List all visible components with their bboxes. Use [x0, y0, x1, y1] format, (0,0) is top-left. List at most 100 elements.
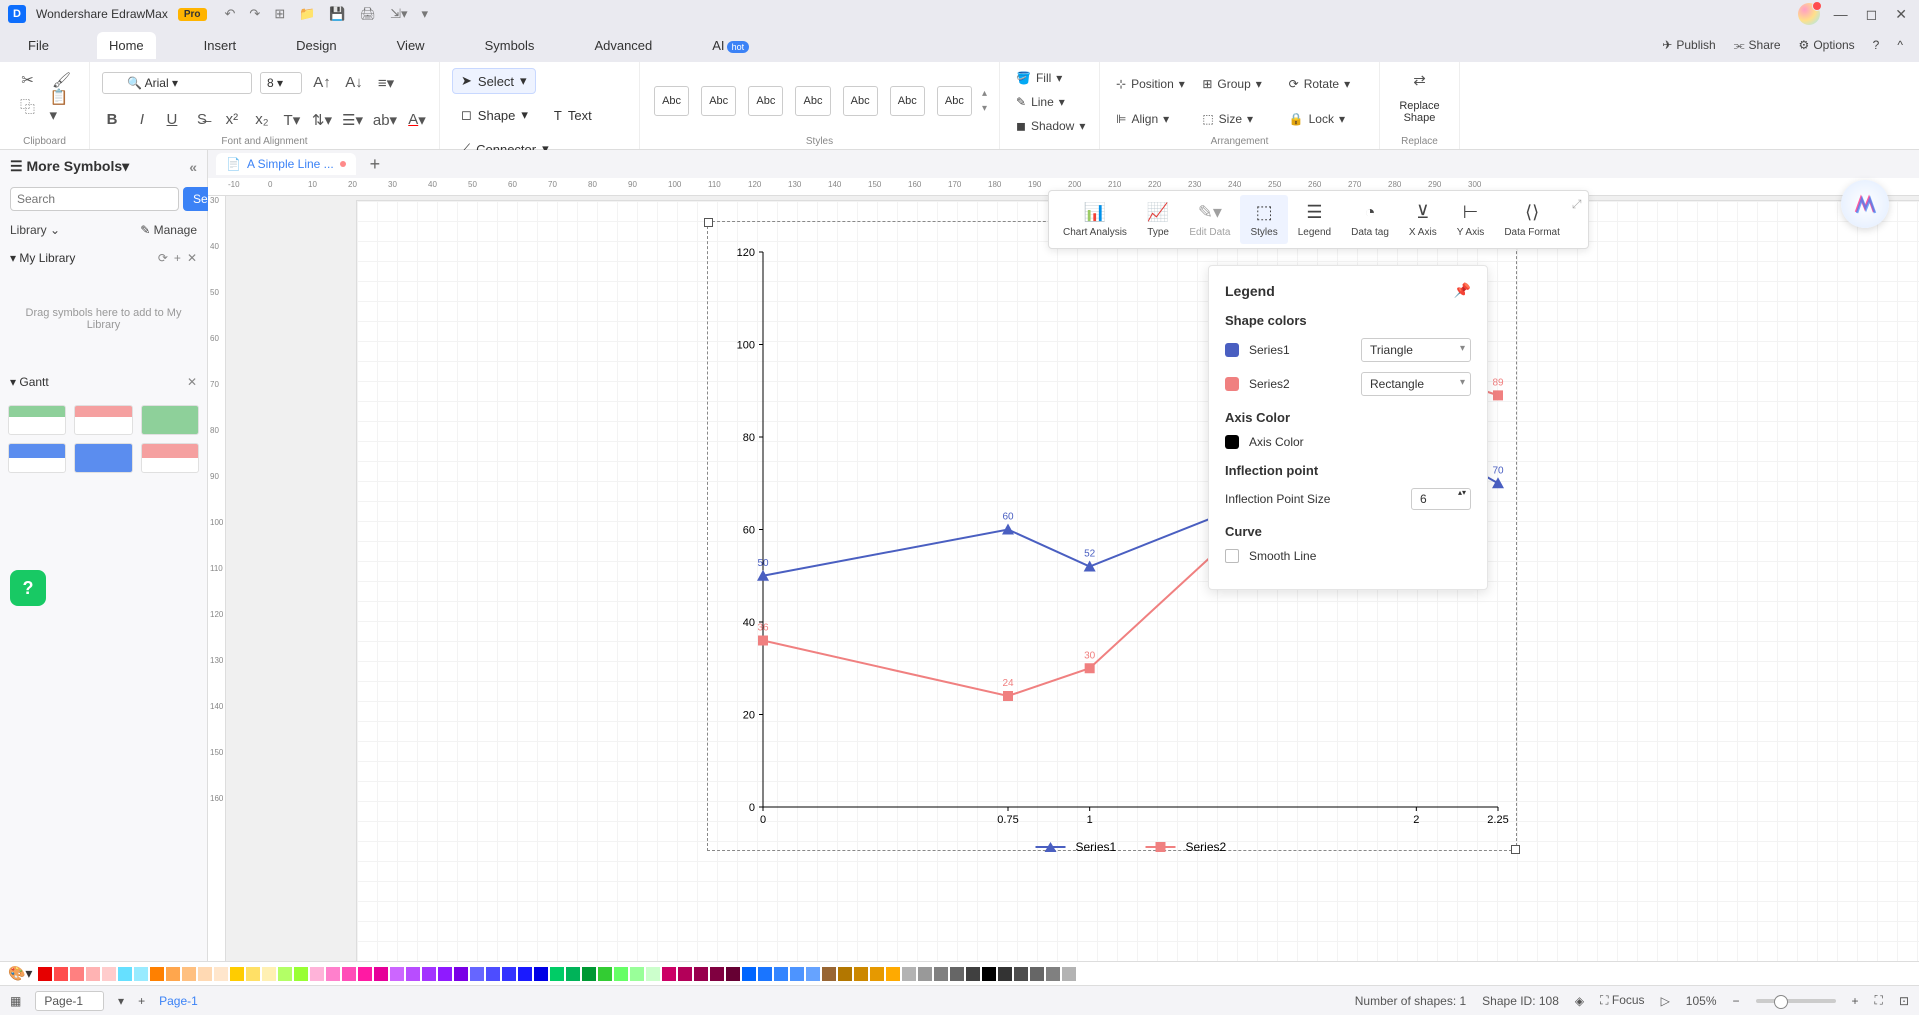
color-swatch[interactable] — [854, 967, 868, 981]
ft-y-axis[interactable]: ⊢Y Axis — [1447, 195, 1495, 244]
color-swatch[interactable] — [406, 967, 420, 981]
color-swatch[interactable] — [982, 967, 996, 981]
collapse-ribbon-icon[interactable]: ^ — [1897, 38, 1903, 52]
color-swatch[interactable] — [534, 967, 548, 981]
copy-icon[interactable]: ⿻ — [16, 94, 40, 118]
color-swatch[interactable] — [950, 967, 964, 981]
menu-view[interactable]: View — [385, 32, 437, 59]
cut-icon[interactable]: ✂ — [16, 68, 40, 92]
help-icon[interactable]: ? — [1873, 38, 1880, 52]
fullscreen-icon[interactable]: ⛶ — [1875, 993, 1883, 1008]
lock-button[interactable]: 🔒 Lock▾ — [1285, 109, 1367, 129]
series2-shape-select[interactable]: Rectangle — [1361, 372, 1471, 396]
close-icon[interactable]: ✕ — [1891, 6, 1911, 23]
color-picker-icon[interactable]: 🎨▾ — [8, 965, 32, 982]
ft-expand-icon[interactable]: ⤢ — [1570, 195, 1584, 214]
bold-icon[interactable]: B — [102, 108, 122, 132]
layers-icon[interactable]: ◈ — [1575, 994, 1584, 1008]
color-swatch[interactable] — [358, 967, 372, 981]
color-swatch[interactable] — [470, 967, 484, 981]
fit-icon[interactable]: ⊡ — [1899, 994, 1909, 1008]
style-preset[interactable]: Abc — [795, 86, 830, 116]
color-swatch[interactable] — [646, 967, 660, 981]
color-swatch[interactable] — [422, 967, 436, 981]
gantt-toggle[interactable]: ▾ Gantt — [10, 375, 49, 389]
replace-shape-icon[interactable]: ⇄ — [1408, 68, 1432, 92]
style-preset[interactable]: Abc — [890, 86, 925, 116]
canvas-page[interactable]: 02040608010012000.75122.2550605280703624… — [356, 200, 1919, 961]
color-swatch[interactable] — [502, 967, 516, 981]
color-swatch[interactable] — [262, 967, 276, 981]
superscript-icon[interactable]: x² — [222, 108, 242, 132]
color-swatch[interactable] — [742, 967, 756, 981]
color-swatch[interactable] — [310, 967, 324, 981]
color-swatch[interactable] — [838, 967, 852, 981]
rotate-button[interactable]: ⟳ Rotate▾ — [1285, 74, 1367, 94]
color-swatch[interactable] — [454, 967, 468, 981]
save-icon[interactable]: 💾 — [329, 6, 345, 22]
collapse-panel-icon[interactable]: « — [189, 159, 197, 175]
color-swatch[interactable] — [166, 967, 180, 981]
shadow-button[interactable]: ◼ Shadow ▾ — [1012, 116, 1089, 136]
color-swatch[interactable] — [214, 967, 228, 981]
presentation-icon[interactable]: ▷ — [1661, 994, 1670, 1008]
color-swatch[interactable] — [54, 967, 68, 981]
font-family-select[interactable]: 🔍 Arial ▾ — [102, 72, 252, 94]
mylib-add-icon[interactable]: + — [174, 251, 181, 265]
fill-button[interactable]: 🪣 Fill ▾ — [1012, 68, 1066, 88]
page-dropdown-icon[interactable]: ▾ — [118, 994, 124, 1008]
case-icon[interactable]: T▾ — [282, 108, 302, 132]
replace-shape-button[interactable]: Replace Shape — [1392, 100, 1447, 124]
color-swatch[interactable] — [86, 967, 100, 981]
gantt-thumb[interactable] — [141, 443, 199, 473]
color-swatch[interactable] — [102, 967, 116, 981]
color-swatch[interactable] — [694, 967, 708, 981]
select-tool[interactable]: ➤ Select ▾ — [452, 68, 536, 94]
ft-data-format[interactable]: ⟨⟩Data Format — [1494, 195, 1570, 244]
new-icon[interactable]: ⊞ — [274, 6, 285, 22]
inflection-size-input[interactable]: 6▴▾ — [1411, 488, 1471, 510]
color-swatch[interactable] — [550, 967, 564, 981]
menu-ai[interactable]: AIhot — [700, 32, 761, 59]
maximize-icon[interactable]: ◻ — [1862, 6, 1882, 23]
open-icon[interactable]: 📁 — [299, 6, 315, 22]
series1-shape-select[interactable]: Triangle — [1361, 338, 1471, 362]
menu-file[interactable]: File — [16, 32, 61, 59]
manage-button[interactable]: ✎ Manage — [140, 223, 197, 237]
color-swatch[interactable] — [886, 967, 900, 981]
align-button[interactable]: ⊫ Align▾ — [1112, 109, 1194, 129]
color-swatch[interactable] — [630, 967, 644, 981]
group-button[interactable]: ⊞ Group▾ — [1198, 74, 1280, 94]
color-swatch[interactable] — [134, 967, 148, 981]
export-icon[interactable]: ⇲▾ — [390, 6, 407, 22]
zoom-slider[interactable] — [1756, 999, 1836, 1003]
style-preset[interactable]: Abc — [748, 86, 783, 116]
color-swatch[interactable] — [662, 967, 676, 981]
focus-button[interactable]: ⛶ Focus — [1600, 993, 1644, 1008]
add-page-button[interactable]: + — [138, 994, 145, 1008]
color-swatch[interactable] — [118, 967, 132, 981]
strike-icon[interactable]: S̶ — [192, 108, 212, 132]
color-swatch[interactable] — [726, 967, 740, 981]
color-swatch[interactable] — [966, 967, 980, 981]
color-swatch[interactable] — [918, 967, 932, 981]
ft-type[interactable]: 📈Type — [1137, 195, 1179, 244]
print-icon[interactable]: 🖨 — [360, 6, 377, 22]
italic-icon[interactable]: I — [132, 108, 152, 132]
minimize-icon[interactable]: ― — [1830, 6, 1852, 22]
color-swatch[interactable] — [870, 967, 884, 981]
gantt-thumb[interactable] — [141, 405, 199, 435]
size-button[interactable]: ⬚ Size▾ — [1198, 109, 1280, 129]
pin-icon[interactable]: 📌 — [1454, 282, 1471, 299]
color-swatch[interactable] — [70, 967, 84, 981]
font-size-select[interactable]: 8 ▾ — [260, 72, 302, 94]
color-swatch[interactable] — [710, 967, 724, 981]
list-icon[interactable]: ☰▾ — [342, 108, 363, 132]
style-preset[interactable]: Abc — [937, 86, 972, 116]
color-swatch[interactable] — [374, 967, 388, 981]
shape-tool[interactable]: ◻ Shape ▾ — [452, 102, 537, 128]
color-swatch[interactable] — [998, 967, 1012, 981]
document-tab[interactable]: 📄 A Simple Line ... — [216, 153, 356, 175]
library-button[interactable]: Library ⌄ — [10, 223, 60, 237]
mylib-close-icon[interactable]: ✕ — [187, 251, 197, 265]
